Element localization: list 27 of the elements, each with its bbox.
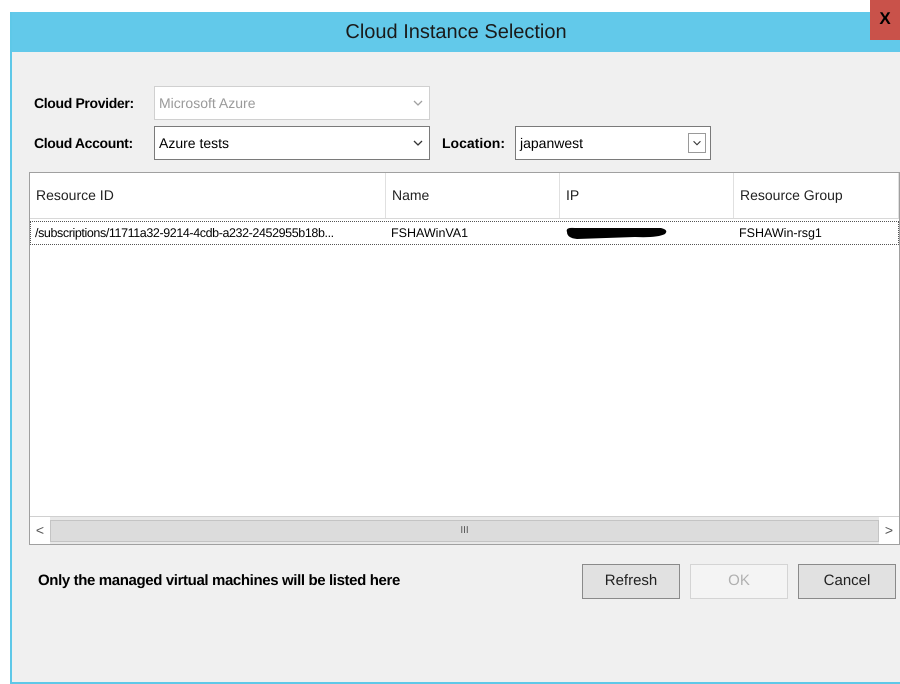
field-label: Cloud Account: — [34, 134, 134, 152]
dropdown-field[interactable]: Azure tests — [154, 126, 430, 160]
info-note: Only the managed virtual machines will be listed here — [38, 571, 401, 592]
table-row[interactable]: /subscriptions/11711a32-9214-4cdb-a232-2452955b18b... FSHAWinVA1 FSHAWin-rsg1 — [30, 221, 899, 245]
table-cell-text: /subscriptions/11711a32-9214-4cdb-a232-2452955b18b... — [35, 224, 334, 242]
table-cell-text: FSHAWinVA1 — [391, 224, 468, 242]
close-button[interactable]: X — [870, 0, 900, 40]
scroll-right-button[interactable]: > — [879, 517, 899, 544]
column-header[interactable]: Resource Group — [734, 173, 899, 218]
chevron-icon — [688, 133, 706, 153]
field-value: japanwest — [520, 134, 584, 153]
field-label: Location: — [442, 134, 505, 152]
dialog-button[interactable]: Refresh — [582, 564, 680, 599]
scroll-left-button[interactable]: < — [30, 517, 50, 544]
dropdown-field[interactable]: japanwest — [515, 126, 711, 160]
field-label: Cloud Provider: — [34, 94, 135, 112]
dialog-button[interactable]: Cancel — [798, 564, 896, 599]
window-title: Cloud Instance Selection — [345, 20, 567, 45]
grip-text: III — [460, 524, 469, 538]
column-header[interactable]: IP — [560, 173, 734, 218]
table-cell-text: FSHAWin-rsg1 — [739, 224, 822, 242]
column-header[interactable]: Resource ID — [30, 173, 386, 218]
field-value: Microsoft Azure — [159, 94, 256, 112]
scroll-thumb[interactable]: III — [50, 520, 879, 542]
horizontal-scrollbar[interactable]: < III > — [30, 516, 899, 544]
field-value: Azure tests — [159, 134, 230, 152]
column-header[interactable]: Name — [386, 173, 560, 218]
